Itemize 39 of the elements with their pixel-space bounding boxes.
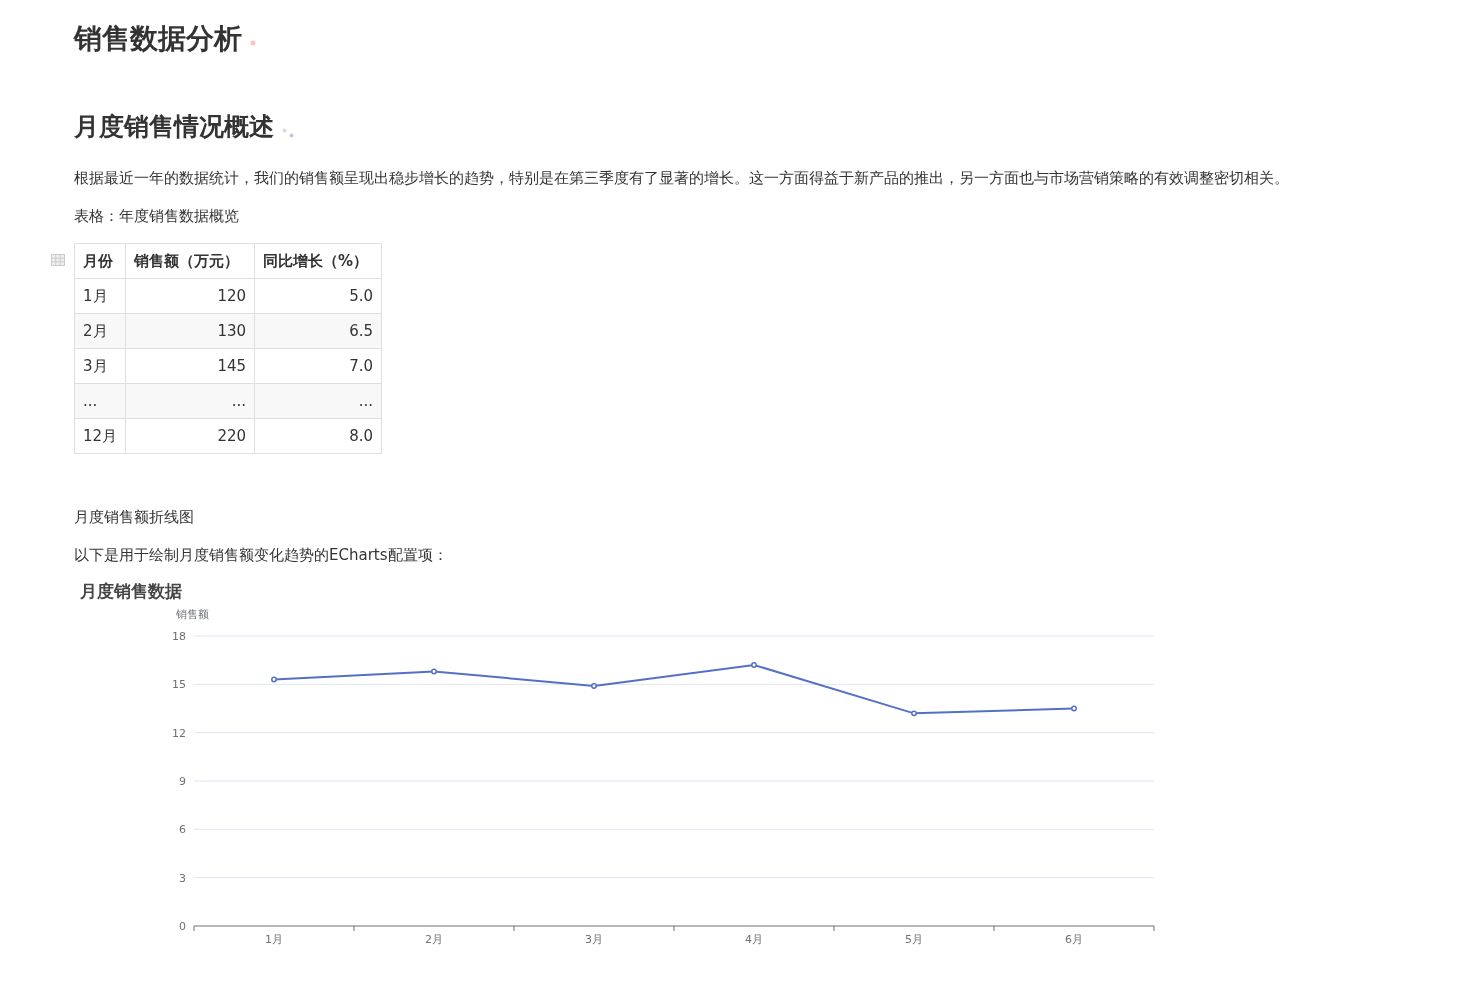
table-cell: ... xyxy=(74,383,126,419)
y-axis-label: 销售额 xyxy=(176,608,209,621)
y-tick-label: 0 xyxy=(179,920,186,933)
x-tick-label: 1月 xyxy=(265,933,283,946)
table-cell: 8.0 xyxy=(254,418,382,454)
table-cell: 12月 xyxy=(74,418,126,454)
x-tick-label: 5月 xyxy=(905,933,923,946)
chart-title: 月度销售数据 xyxy=(80,581,182,601)
y-tick-label: 6 xyxy=(179,823,186,837)
table-cell: 6.5 xyxy=(254,313,382,349)
section-heading: 月度销售情况概述 xyxy=(74,111,274,143)
y-tick-label: 12 xyxy=(172,726,186,740)
y-tick-label: 18 xyxy=(172,630,186,643)
x-tick-label: 4月 xyxy=(745,933,763,946)
table-cell: 1月 xyxy=(74,278,126,314)
page-title: 销售数据分析 xyxy=(74,21,242,57)
table-cell: 130 xyxy=(125,313,255,349)
paragraph: 根据最近一年的数据统计，我们的销售额呈现出稳步增长的趋势，特别是在第三季度有了显著的增长。这一方面得益于新产品的推出，另一方面也与市场营销策略的有效调整密切相关。 xyxy=(74,168,1290,189)
column-header: 同比增长（%） xyxy=(254,243,382,279)
y-tick-label: 15 xyxy=(172,678,186,692)
table-cell: 120 xyxy=(125,278,255,314)
table-cell: 220 xyxy=(125,418,255,454)
y-tick-label: 9 xyxy=(179,775,186,788)
x-tick-label: 3月 xyxy=(585,933,603,946)
table-cell: 5.0 xyxy=(254,278,382,314)
table-cell: ... xyxy=(125,383,255,419)
table-cell: ... xyxy=(254,383,382,419)
column-header: 月份 xyxy=(74,243,126,279)
table-cell: 145 xyxy=(125,348,255,384)
x-tick-label: 2月 xyxy=(425,933,443,946)
chart-intro: 以下是用于绘制月度销售额变化趋势的ECharts配置项： xyxy=(74,545,449,566)
table-cell: 7.0 xyxy=(254,348,382,384)
table-cell: 2月 xyxy=(74,313,126,349)
table-cell: 3月 xyxy=(74,348,126,384)
x-tick-label: 6月 xyxy=(1065,933,1083,946)
y-tick-label: 3 xyxy=(179,871,186,885)
column-header: 销售额（万元） xyxy=(125,243,255,279)
chart-caption: 月度销售额折线图 xyxy=(74,507,195,528)
table-caption: 表格：年度销售数据概览 xyxy=(74,206,240,227)
